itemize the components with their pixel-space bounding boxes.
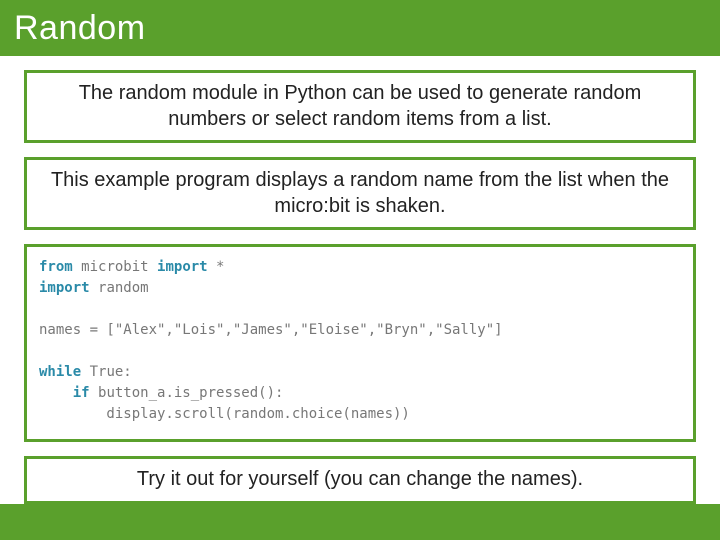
keyword-from: from [39,259,73,275]
footer-bar [0,504,720,540]
try-it-box: Try it out for yourself (you can change … [24,456,696,504]
content-area: The random module in Python can be used … [0,56,720,504]
code-box: from microbit import * import random nam… [24,244,696,442]
keyword-if: if [73,385,90,401]
code-text: random [98,280,149,296]
code-text: microbit [81,259,148,275]
example-description-box: This example program displays a random n… [24,157,696,230]
slide-title: Random [14,9,146,48]
code-text: button_a.is_pressed(): [98,385,283,401]
keyword-import: import [157,259,208,275]
intro-box: The random module in Python can be used … [24,70,696,143]
title-bar: Random [0,0,720,56]
code-text: * [216,259,224,275]
code-text: names = ["Alex","Lois","James","Eloise",… [39,322,503,338]
code-text: True: [90,364,132,380]
code-text: display.scroll(random.choice(names)) [39,406,410,422]
keyword-import: import [39,280,90,296]
keyword-while: while [39,364,81,380]
